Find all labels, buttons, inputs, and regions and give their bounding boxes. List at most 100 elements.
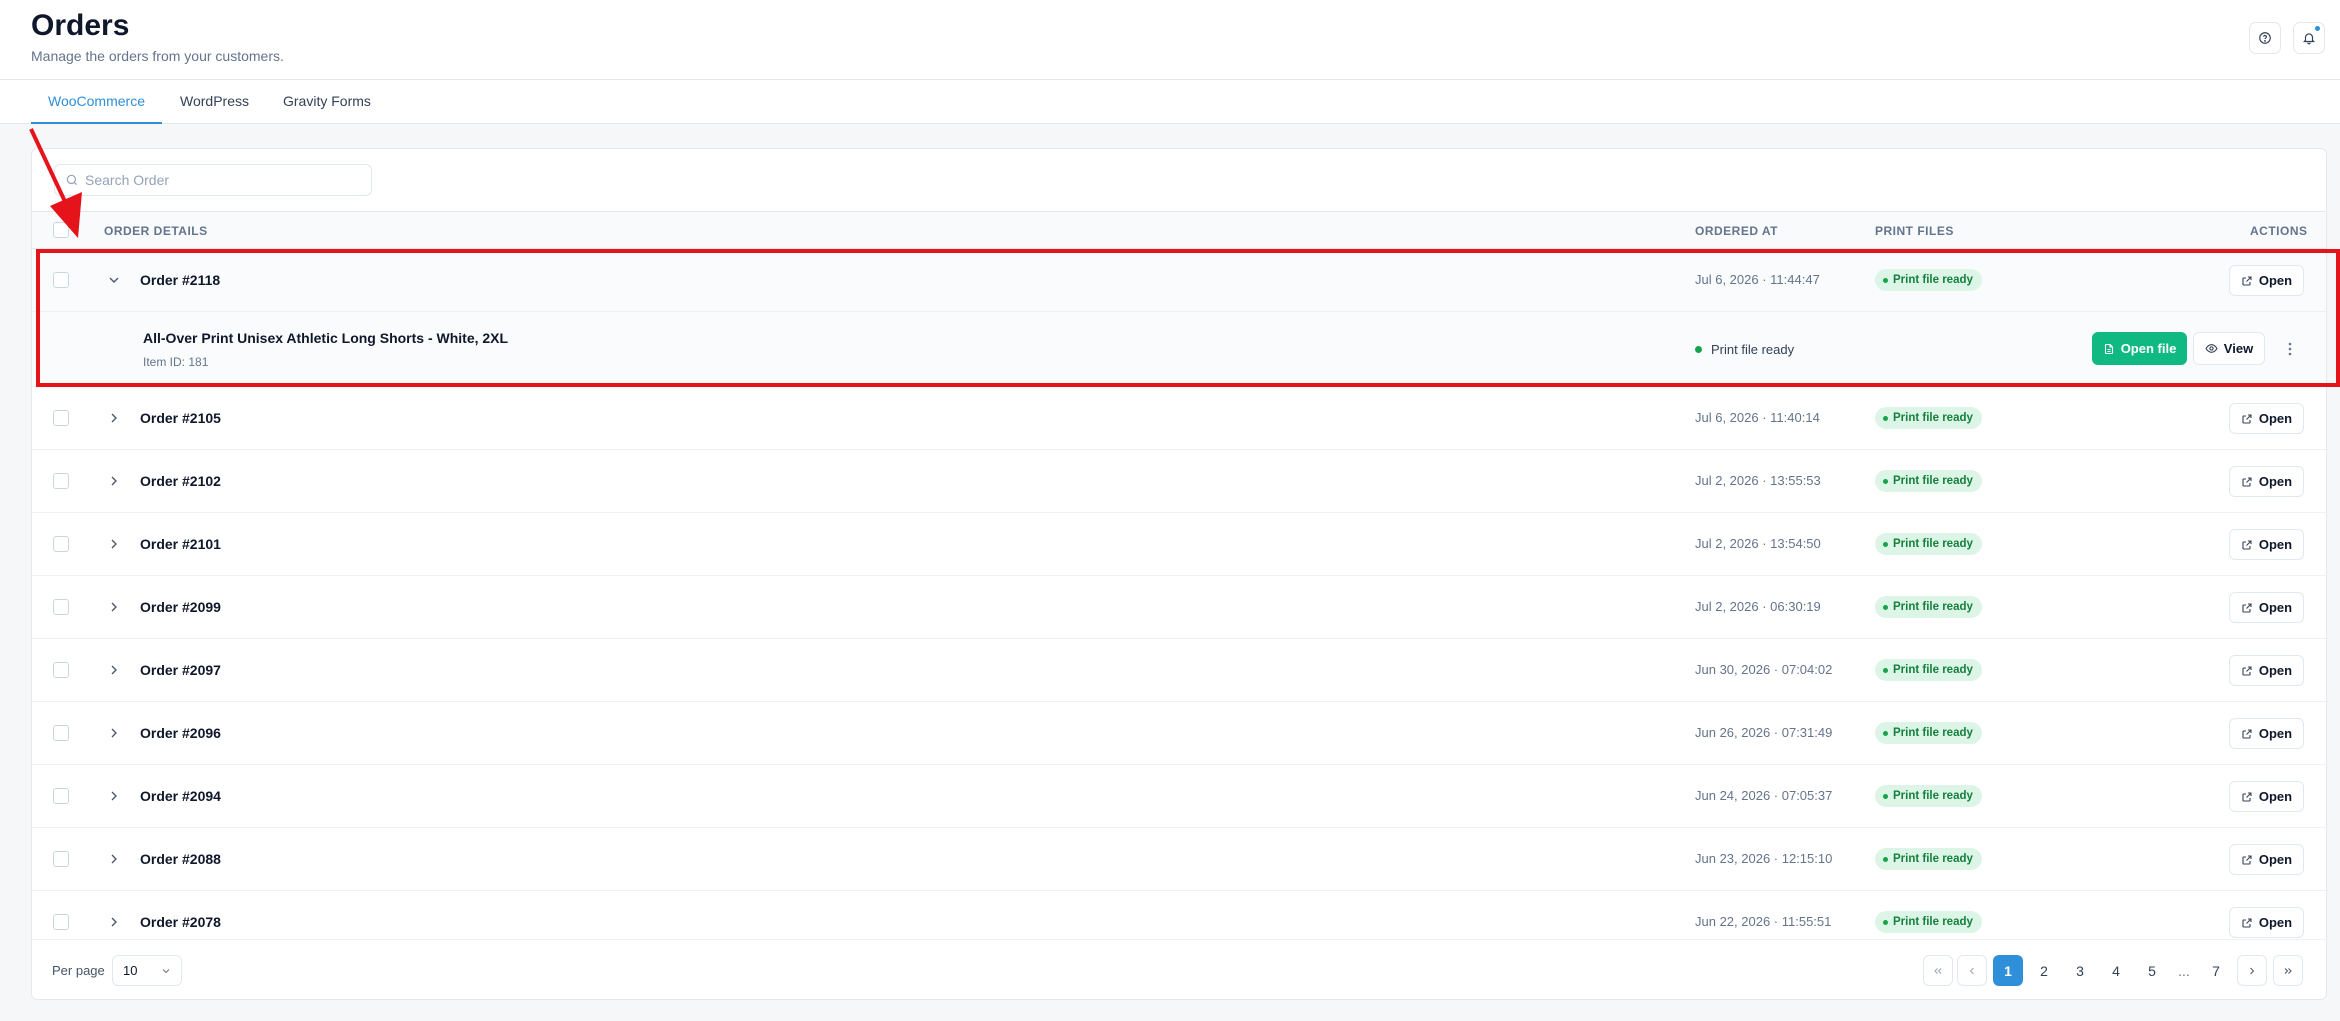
chevron-right-icon[interactable] (106, 662, 122, 678)
row-checkbox[interactable] (53, 410, 69, 426)
chevron-right-icon[interactable] (106, 914, 122, 930)
chevron-down-icon (162, 969, 170, 974)
table-row[interactable]: Order #2102 Jul 2, 2026 · 13:55:53 Print… (32, 450, 2326, 513)
prev-page-button[interactable] (1957, 955, 1987, 986)
row-checkbox[interactable] (53, 788, 69, 804)
ordered-at: Jun 24, 2026 · 07:05:37 (1695, 788, 1833, 803)
chevron-right-icon[interactable] (106, 788, 122, 804)
more-actions-button[interactable] (2280, 337, 2300, 361)
page-header: Orders Manage the orders from your custo… (0, 0, 2340, 80)
view-label: View (2223, 341, 2254, 356)
table-row[interactable]: Order #2088 Jun 23, 2026 · 12:15:10 Prin… (32, 828, 2326, 891)
open-order-button[interactable]: Open (2229, 592, 2304, 623)
page-button-7[interactable]: 7 (2201, 955, 2231, 986)
table-row[interactable]: Order #2096 Jun 26, 2026 · 07:31:49 Prin… (32, 702, 2326, 765)
row-checkbox[interactable] (53, 473, 69, 489)
notifications-button[interactable] (2293, 22, 2325, 54)
order-number[interactable]: Order #2101 (140, 513, 221, 575)
ordered-at: Jun 30, 2026 · 07:04:02 (1695, 662, 1833, 677)
status-badge: Print file ready (1875, 659, 1982, 681)
select-all-checkbox[interactable] (53, 222, 69, 238)
search-input[interactable] (85, 165, 365, 195)
tab-woocommerce[interactable]: WooCommerce (31, 80, 162, 124)
page-button-2[interactable]: 2 (2029, 955, 2059, 986)
status-badge: Print file ready (1875, 470, 1982, 492)
table-row[interactable]: Order #2118 Jul 6, 2026 · 11:44:47 Print… (32, 249, 2326, 312)
open-order-button[interactable]: Open (2229, 529, 2304, 560)
column-actions: ACTIONS (2250, 224, 2308, 238)
page-button-4[interactable]: 4 (2101, 955, 2131, 986)
order-number[interactable]: Order #2102 (140, 450, 221, 512)
first-page-button[interactable] (1923, 955, 1953, 986)
order-number[interactable]: Order #2088 (140, 828, 221, 890)
row-checkbox[interactable] (53, 272, 69, 288)
external-link-icon (2242, 275, 2252, 286)
open-label: Open (2258, 915, 2293, 930)
view-button[interactable]: View (2193, 332, 2265, 365)
chevron-right-icon[interactable] (106, 536, 122, 552)
external-link-icon (2242, 476, 2252, 487)
row-checkbox[interactable] (53, 725, 69, 741)
order-number[interactable]: Order #2096 (140, 702, 221, 764)
tab-wordpress[interactable]: WordPress (163, 80, 266, 124)
open-order-button[interactable]: Open (2229, 403, 2304, 434)
status-badge: Print file ready (1875, 785, 1982, 807)
open-label: Open (2258, 600, 2293, 615)
last-page-button[interactable] (2273, 955, 2303, 986)
chevron-down-icon[interactable] (106, 272, 122, 288)
table-row[interactable]: Order #2078 Jun 22, 2026 · 11:55:51 Prin… (32, 891, 2326, 939)
page-button-1[interactable]: 1 (1993, 955, 2023, 986)
next-page-button[interactable] (2237, 955, 2267, 986)
chevron-right-icon[interactable] (106, 725, 122, 741)
external-link-icon (2242, 602, 2252, 613)
item-status-text: Print file ready (1711, 342, 1795, 357)
external-link-icon (2242, 665, 2252, 676)
chevron-right-icon[interactable] (106, 851, 122, 867)
open-order-button[interactable]: Open (2229, 718, 2304, 749)
chevrons-left-icon (1934, 967, 1942, 974)
chevron-right-icon[interactable] (106, 410, 122, 426)
order-number[interactable]: Order #2094 (140, 765, 221, 827)
open-order-button[interactable]: Open (2229, 655, 2304, 686)
row-checkbox[interactable] (53, 599, 69, 615)
page-subtitle: Manage the orders from your customers. (31, 48, 284, 64)
open-order-button[interactable]: Open (2229, 781, 2304, 812)
row-checkbox[interactable] (53, 851, 69, 867)
chevron-right-icon[interactable] (106, 599, 122, 615)
order-number[interactable]: Order #2097 (140, 639, 221, 701)
status-dot (1695, 346, 1702, 353)
per-page-select[interactable]: 10 (112, 955, 182, 986)
help-button[interactable] (2249, 22, 2281, 54)
row-checkbox[interactable] (53, 914, 69, 930)
open-order-button[interactable]: Open (2229, 907, 2304, 938)
chevron-right-icon (2250, 967, 2255, 974)
table-row[interactable]: Order #2101 Jul 2, 2026 · 13:54:50 Print… (32, 513, 2326, 576)
order-number[interactable]: Order #2118 (140, 249, 220, 311)
open-file-button[interactable]: Open file (2092, 332, 2187, 365)
external-link-icon (2242, 791, 2252, 802)
page-button-3[interactable]: 3 (2065, 955, 2095, 986)
order-number[interactable]: Order #2105 (140, 387, 221, 449)
row-checkbox[interactable] (53, 662, 69, 678)
table-row[interactable]: Order #2094 Jun 24, 2026 · 07:05:37 Prin… (32, 765, 2326, 828)
search-icon (66, 174, 78, 186)
open-order-button[interactable]: Open (2229, 466, 2304, 497)
page-button-5[interactable]: 5 (2137, 955, 2167, 986)
order-number[interactable]: Order #2099 (140, 576, 221, 638)
open-label: Open (2258, 537, 2293, 552)
status-badge: Print file ready (1875, 848, 1982, 870)
table-row[interactable]: Order #2097 Jun 30, 2026 · 07:04:02 Prin… (32, 639, 2326, 702)
external-link-icon (2242, 539, 2252, 550)
open-order-button[interactable]: Open (2229, 844, 2304, 875)
table-row[interactable]: Order #2105 Jul 6, 2026 · 11:40:14 Print… (32, 387, 2326, 450)
ordered-at: Jul 6, 2026 · 11:44:47 (1695, 272, 1820, 287)
table-row[interactable]: Order #2099 Jul 2, 2026 · 06:30:19 Print… (32, 576, 2326, 639)
tab-gravity-forms[interactable]: Gravity Forms (266, 80, 388, 124)
row-checkbox[interactable] (53, 536, 69, 552)
open-order-button[interactable]: Open (2229, 265, 2304, 296)
status-badge: Print file ready (1875, 911, 1982, 933)
bell-icon (2302, 33, 2316, 45)
orders-card: ORDER DETAILS ORDERED AT PRINT FILES ACT… (31, 148, 2327, 1000)
file-icon (2104, 343, 2113, 354)
chevron-right-icon[interactable] (106, 473, 122, 489)
